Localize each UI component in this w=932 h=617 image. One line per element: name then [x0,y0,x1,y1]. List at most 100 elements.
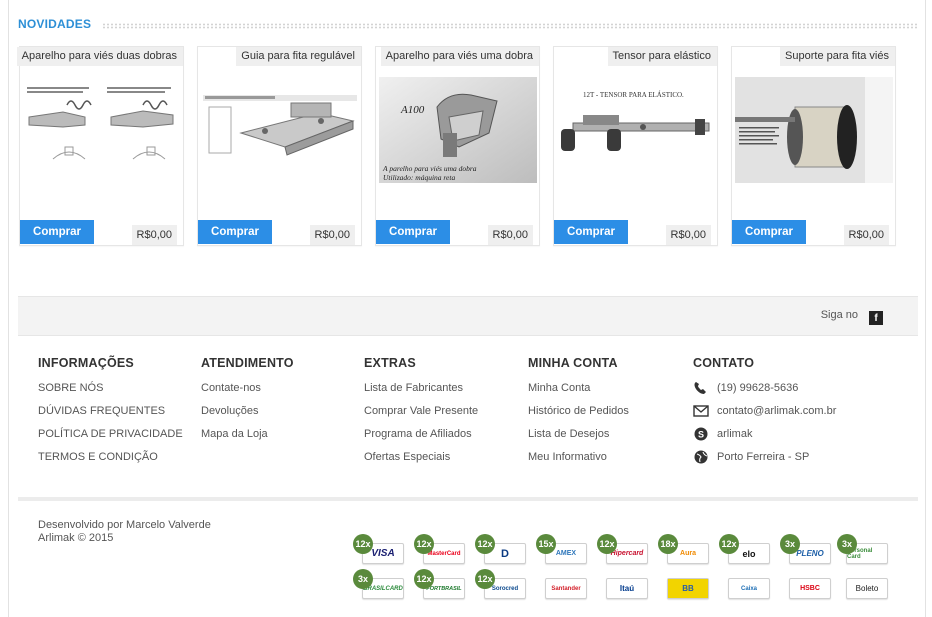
product-image[interactable]: A100 A parelho para viés uma dobra Utili… [379,77,537,183]
payment-santander: Santander [545,578,587,599]
payment-itau: Itaú [606,578,648,599]
product-image[interactable] [735,77,893,183]
payment-mastercard: MasterCard 12x [414,534,465,564]
footer-column-atendimento: ATENDIMENTO Contate-nos Devoluções Mapa … [201,355,361,450]
product-price: R$0,00 [309,225,355,245]
footer-column-title: ATENDIMENTO [201,356,294,370]
social-bar: Siga no f [18,296,918,336]
payment-hsbc: HSBC [789,578,831,599]
facebook-icon[interactable]: f [869,311,883,325]
footer-link[interactable]: Ofertas Especiais [364,450,524,473]
phone-icon [694,382,706,394]
payment-name: Boleto [855,584,879,593]
contact-location-text: Porto Ferreira - SP [717,451,810,463]
buy-button[interactable]: Comprar [198,220,272,244]
footer-link[interactable]: Comprar Vale Presente [364,404,524,427]
payment-name: Itaú [619,584,635,593]
svg-text:S: S [698,430,704,440]
payment-methods-row-1: VISA 12x MasterCard 12x D 12x AMEX 15x Hiper… [353,534,922,567]
payment-hipercard: Hipercard 12x [597,534,648,564]
product-card: Suporte para fita viés Comprar R$0,00 [731,46,896,246]
image-text-line1: A parelho para viés uma dobra [382,164,477,173]
buy-button[interactable]: Comprar [732,220,806,244]
footer-link[interactable]: SOBRE NÓS [38,381,198,404]
contact-phone-text: (19) 99628-5636 [717,382,799,394]
installments-badge: 12x [719,534,739,554]
contact-skype[interactable]: S arlimak [693,427,898,450]
footer-column-contato: CONTATO (19) 99628-5636 contato@arlimak.… [693,355,898,473]
footer-link[interactable]: Minha Conta [528,381,688,404]
product-photo-bias-binder-double [23,77,181,183]
contact-email[interactable]: contato@arlimak.com.br [693,404,898,427]
product-name[interactable]: Aparelho para viés duas dobras [16,47,183,66]
product-name[interactable]: Aparelho para viés uma dobra [380,47,539,66]
image-caption: A100 [400,104,425,116]
footer-column-extras: EXTRAS Lista de Fabricantes Comprar Vale… [364,355,524,473]
installments-badge: 12x [414,534,434,554]
footer-link[interactable]: TERMOS E CONDIÇÃO [38,450,198,473]
product-card: Tensor para elástico 12T - TENSOR PARA E… [553,46,718,246]
product-name[interactable]: Guia para fita regulável [236,47,361,66]
mail-icon [693,405,709,417]
payment-sorocred: Sorocred 12x [475,569,526,599]
product-price: R$0,00 [665,225,711,245]
installments-badge: 3x [780,534,800,554]
footer-column-title: MINHA CONTA [528,356,618,370]
product-price: R$0,00 [843,225,889,245]
footer-divider [18,497,918,501]
contact-phone[interactable]: (19) 99628-5636 [693,381,898,404]
payment-name: Santander [551,585,581,592]
footer-column-title: INFORMAÇÕES [38,356,134,370]
payment-visa: VISA 12x [353,534,404,564]
contact-skype-text: arlimak [717,428,753,440]
payment-name: HSBC [800,585,820,592]
payment-caixa: Caixa [728,578,770,599]
product-card: Aparelho para viés uma dobra A100 A pare… [375,46,540,246]
product-image[interactable]: 12T - TENSOR PARA ELÁSTICO. [557,77,715,183]
footer-link[interactable]: Histórico de Pedidos [528,404,688,427]
product-card: Guia para fita regulável Comprar R$0,00 [197,46,362,246]
footer-link[interactable]: Mapa da Loja [201,427,361,450]
product-price: R$0,00 [487,225,533,245]
footer-link[interactable]: Lista de Desejos [528,427,688,450]
product-photo-bias-tape-holder [735,77,893,183]
footer-link[interactable]: Lista de Fabricantes [364,381,524,404]
footer-columns: INFORMAÇÕES SOBRE NÓS DÚVIDAS FREQUENTES… [38,355,898,475]
image-caption: 12T - TENSOR PARA ELÁSTICO. [583,91,684,99]
footer-column-title: EXTRAS [364,356,416,370]
product-photo-elastic-tensioner: 12T - TENSOR PARA ELÁSTICO. [557,77,715,183]
installments-badge: 12x [475,534,495,554]
payment-brasilcard: BRASILCARD 3x [353,569,404,599]
buy-button[interactable]: Comprar [20,220,94,244]
installments-badge: 18x [658,534,678,554]
installments-badge: 3x [353,569,373,589]
product-photo-adjustable-tape-guide [201,77,359,183]
product-name[interactable]: Tensor para elástico [607,47,717,66]
product-grid: Aparelho para viés duas dobras Comprar R… [16,46,909,246]
product-image[interactable] [201,77,359,183]
installments-badge: 12x [414,569,434,589]
copyright: Arlimak © 2015 [38,532,114,544]
developer-credit: Desenvolvido por Marcelo Valverde [38,519,211,531]
footer-link[interactable]: Meu Informativo [528,450,688,473]
section-header: NOVIDADES [18,16,918,34]
buy-button[interactable]: Comprar [554,220,628,244]
footer-link[interactable]: Devoluções [201,404,361,427]
footer-credits: Desenvolvido por Marcelo Valverde Arlima… [38,519,211,545]
footer-column-title: CONTATO [693,356,755,370]
footer-link[interactable]: Programa de Afiliados [364,427,524,450]
follow-label: Siga no [820,309,858,321]
product-price: R$0,00 [131,225,177,245]
product-image[interactable] [23,77,181,183]
payment-fortbrasil: FORTBRASIL 12x [414,569,465,599]
footer-link[interactable]: DÚVIDAS FREQUENTES [38,404,198,427]
buy-button[interactable]: Comprar [376,220,450,244]
section-title: NOVIDADES [18,17,92,31]
payment-diners: D 12x [475,534,526,564]
product-photo-bias-binder-single: A100 A parelho para viés uma dobra Utili… [379,77,537,183]
product-name[interactable]: Suporte para fita viés [780,47,895,66]
contact-email-text: contato@arlimak.com.br [717,405,837,417]
footer-link[interactable]: Contate-nos [201,381,361,404]
footer-link[interactable]: POLÍTICA DE PRIVACIDADE [38,427,198,450]
payment-elo: elo 12x [719,534,770,564]
